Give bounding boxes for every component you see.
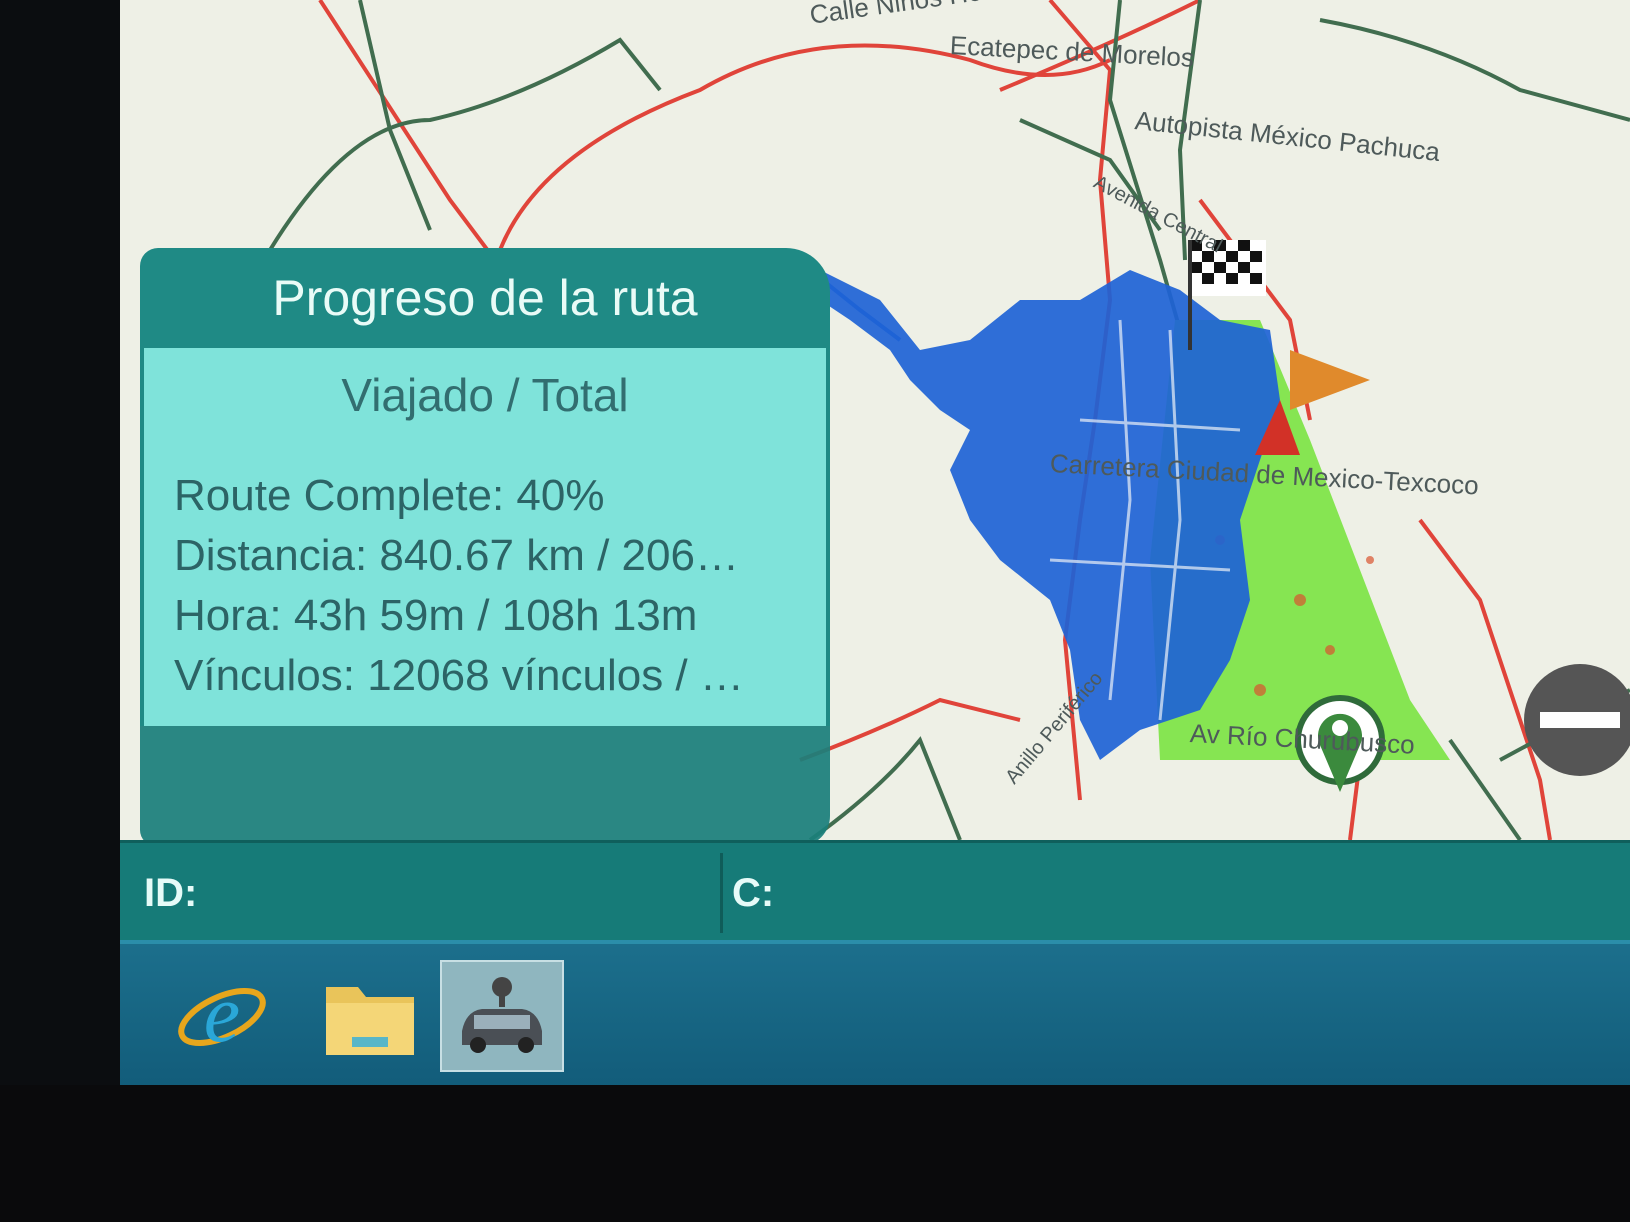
route-complete-text: Route Complete: 40% (174, 471, 605, 520)
panel-footer (140, 726, 830, 846)
internet-explorer-button[interactable]: e (160, 960, 284, 1072)
status-bar: ID: C: (120, 840, 1630, 943)
progress-stats: Route Complete: 40% Distancia: 840.67 km… (174, 466, 800, 706)
internet-explorer-icon: e (178, 971, 266, 1059)
panel-title: Progreso de la ruta (140, 248, 830, 348)
status-divider (720, 853, 723, 933)
panel-subtitle: Viajado / Total (341, 369, 629, 421)
time-text: Hora: 43h 59m / 108h 13m (174, 591, 698, 640)
route-progress-panel: Progreso de la ruta Viajado / Total Rout… (140, 248, 830, 848)
car-navigation-icon (462, 977, 542, 1053)
taskbar: e (120, 940, 1630, 1085)
c-field-label: C: (732, 870, 775, 915)
device-bezel (0, 1085, 1630, 1222)
screen: Calle Niños Héroes Ecatepec de Morelos A… (120, 0, 1630, 1085)
svg-text:e: e (204, 971, 240, 1059)
distance-text: Distancia: 840.67 km / 206… (174, 531, 739, 580)
file-explorer-button[interactable] (308, 960, 432, 1072)
folder-icon (326, 987, 414, 1055)
navigation-app-button[interactable] (440, 960, 564, 1072)
id-field-label: ID: (144, 870, 198, 915)
links-text: Vínculos: 12068 vínculos / … (174, 651, 744, 700)
panel-body: Viajado / Total Route Complete: 40% Dist… (140, 348, 830, 726)
